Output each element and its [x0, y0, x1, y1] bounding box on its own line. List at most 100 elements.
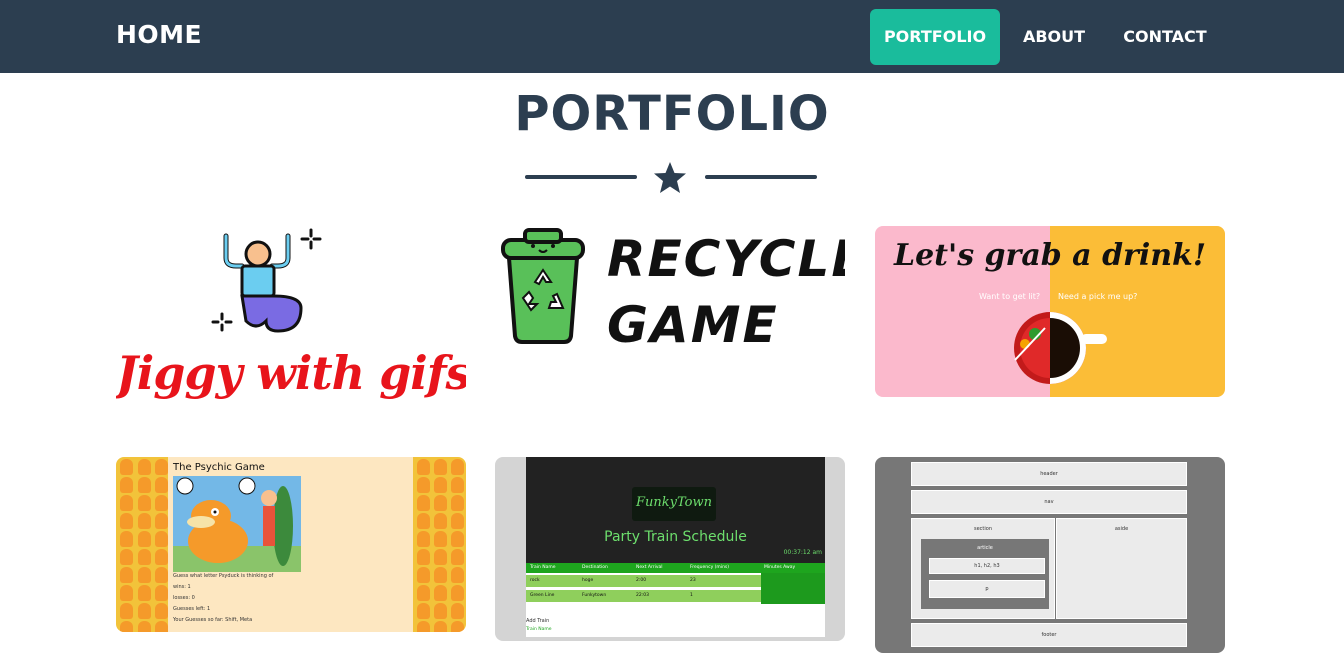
table-cell: 2:00	[636, 578, 647, 583]
psyduck-tile	[417, 513, 430, 529]
psyduck-tile	[434, 513, 447, 529]
psyduck-tile	[417, 495, 430, 511]
psyduck-tile	[434, 459, 447, 475]
dancing-person-icon	[211, 228, 322, 333]
train-screenshot: FunkyTown Party Train Schedule 00:37:12 …	[526, 457, 825, 637]
psyduck-tile	[417, 603, 430, 619]
recycle-title-line2: GAME	[607, 296, 779, 354]
psyduck-tile	[434, 549, 447, 565]
nav-contact-link[interactable]: CONTACT	[1110, 9, 1220, 65]
psyduck-tile	[138, 621, 151, 632]
psyduck-tile	[138, 549, 151, 565]
psychic-prompt: Guess what letter Psyduck is thinking of	[173, 573, 274, 579]
recycle-title-line1: RECYCLE	[607, 230, 845, 288]
psyduck-tile	[120, 621, 133, 632]
portfolio-item-recycle[interactable]: RECYCLE GAME	[495, 226, 845, 356]
psyduck-tile	[155, 585, 168, 601]
psyduck-tile	[120, 585, 133, 601]
psyduck-tile	[451, 621, 464, 632]
psyduck-tile	[451, 585, 464, 601]
jiggy-title: Jiggy with gifs	[116, 346, 466, 400]
psyduck-tile	[138, 459, 151, 475]
divider-line-left	[525, 175, 637, 179]
psyduck-tile	[120, 495, 133, 511]
psyduck-tile	[451, 513, 464, 529]
psyduck-tile	[155, 513, 168, 529]
psyduck-tile	[417, 477, 430, 493]
page-title: PORTFOLIO	[514, 86, 830, 142]
train-table-header: Train Name Destination Next Arrival Freq…	[526, 563, 825, 573]
psyduck-tile	[138, 513, 151, 529]
psyduck-tile	[155, 567, 168, 583]
recycle-bin-icon	[501, 228, 585, 344]
psyduck-tile	[138, 567, 151, 583]
psyduck-tile	[138, 585, 151, 601]
psyduck-tile	[417, 531, 430, 547]
add-train-label: Add Train	[526, 618, 550, 624]
train-clock: 00:37:12 am	[783, 549, 822, 556]
psychic-guesses-left: Guesses left: 1	[173, 606, 211, 612]
portfolio-item-psychic[interactable]: The Psychic Game Guess what letter Psydu…	[116, 457, 466, 632]
psyduck-tile	[417, 549, 430, 565]
portfolio-item-train[interactable]: FunkyTown Party Train Schedule 00:37:12 …	[495, 457, 845, 641]
psyduck-tile	[434, 585, 447, 601]
psyduck-tile	[120, 459, 133, 475]
train-col-name: Train Name	[530, 565, 556, 570]
psyduck-tile	[120, 513, 133, 529]
psyduck-tile	[434, 603, 447, 619]
navbar: HOME PORTFOLIO ABOUT CONTACT	[0, 0, 1344, 73]
psyduck-tile	[451, 495, 464, 511]
psyduck-tile	[120, 477, 133, 493]
psychic-wins: wins: 1	[173, 584, 191, 590]
wireframe-section-label: section	[973, 526, 992, 532]
psyduck-image	[173, 476, 301, 572]
psyduck-tile	[120, 567, 133, 583]
psyduck-tile	[120, 531, 133, 547]
train-col-minutes: Minutes Away	[764, 565, 796, 570]
train-col-destination: Destination	[582, 565, 608, 570]
wireframe-article: article	[921, 539, 1049, 609]
psychic-losses: losses: 0	[173, 595, 195, 601]
psyduck-tile	[451, 603, 464, 619]
train-name-label: Train Name	[526, 627, 552, 632]
psyduck-tile	[155, 495, 168, 511]
funkytown-logo: FunkyTown	[632, 487, 716, 521]
psychic-panel: The Psychic Game Guess what letter Psydu…	[168, 457, 413, 632]
wireframe-aside: aside	[1056, 518, 1187, 619]
psyduck-tile	[434, 477, 447, 493]
psyduck-tile	[434, 621, 447, 632]
table-cell: hoge	[582, 578, 594, 583]
psyduck-tile	[451, 567, 464, 583]
psychic-guesses-so-far: Your Guesses so far: Shift, Meta	[173, 617, 253, 623]
psyduck-tile	[155, 621, 168, 632]
psyduck-tile	[138, 603, 151, 619]
train-header-area: FunkyTown Party Train Schedule 00:37:12 …	[526, 457, 825, 563]
portfolio-item-drink[interactable]: Let's grab a drink! Want to get lit? Nee…	[875, 226, 1225, 397]
drink-title: Let's grab a drink!	[893, 238, 1207, 273]
psyduck-tile	[417, 621, 430, 632]
wireframe-header: header	[911, 462, 1187, 486]
recycle-title: RECYCLE GAME	[607, 226, 845, 356]
train-heading: Party Train Schedule	[604, 529, 747, 545]
funkytown-logo-text: FunkyTown	[636, 495, 712, 510]
portfolio-item-wireframe[interactable]: header nav section aside article h1, h2,…	[875, 457, 1225, 653]
nav-about-link[interactable]: ABOUT	[1010, 9, 1098, 65]
portfolio-item-jiggy[interactable]: Jiggy with gifs	[116, 226, 466, 431]
nav-portfolio-link[interactable]: PORTFOLIO	[870, 9, 1000, 65]
psyduck-tile	[155, 531, 168, 547]
psyduck-tile	[451, 549, 464, 565]
wireframe-aside-label: aside	[1114, 526, 1129, 532]
psyduck-tile	[417, 567, 430, 583]
psyduck-tile	[451, 531, 464, 547]
star-icon	[654, 162, 686, 193]
train-col-frequency: Frequency (mins)	[690, 565, 730, 570]
psyduck-tile	[451, 459, 464, 475]
psyduck-tile	[138, 495, 151, 511]
home-link[interactable]: HOME	[116, 20, 202, 49]
table-cell: rock	[530, 578, 540, 583]
wireframe-article-label: article	[977, 545, 993, 551]
psyduck-tile	[434, 531, 447, 547]
psyduck-tile	[417, 459, 430, 475]
psyduck-tile	[120, 603, 133, 619]
psyduck-tile	[155, 549, 168, 565]
